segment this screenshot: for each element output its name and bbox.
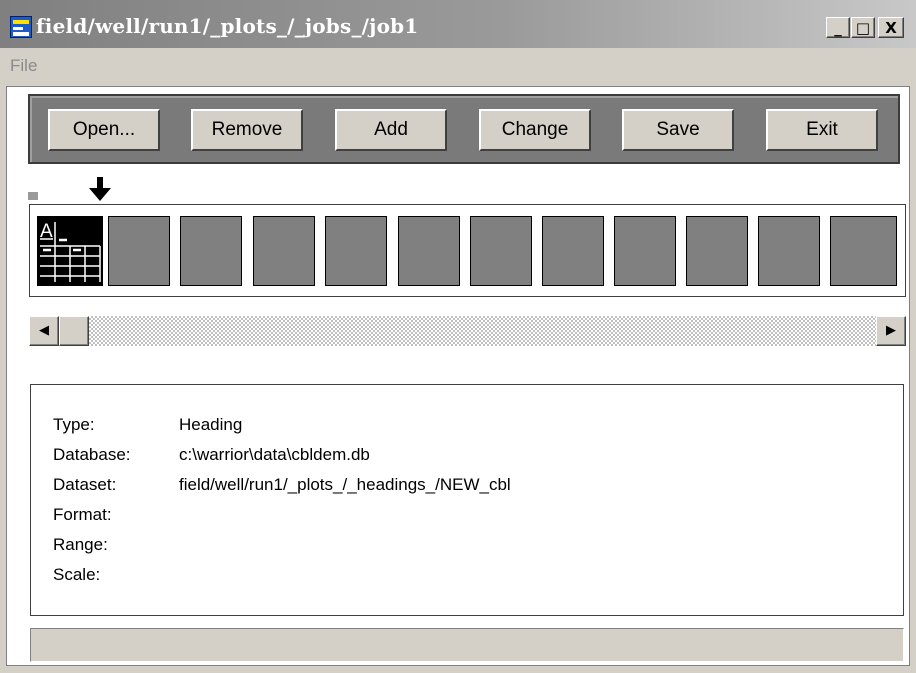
- add-button[interactable]: Add: [335, 109, 447, 151]
- remove-button[interactable]: Remove: [191, 109, 303, 151]
- detail-row-range: Range:: [53, 535, 179, 555]
- maximize-button[interactable]: □: [851, 17, 875, 38]
- empty-slot[interactable]: [253, 216, 315, 286]
- left-arrow-icon: ◀: [39, 323, 49, 338]
- status-bar: [30, 628, 904, 662]
- horizontal-scrollbar[interactable]: ◀ ▶: [29, 316, 906, 346]
- detail-row-format: Format:: [53, 505, 179, 525]
- detail-label: Format:: [53, 505, 112, 524]
- menu-file[interactable]: File: [10, 56, 37, 76]
- change-button[interactable]: Change: [479, 109, 591, 151]
- empty-slot[interactable]: [108, 216, 170, 286]
- details-panel: Type: Heading Database: c:\warrior\data\cb…: [30, 384, 904, 616]
- detail-label: Database:: [53, 445, 131, 464]
- open-button[interactable]: Open...: [48, 109, 160, 151]
- empty-slot[interactable]: [470, 216, 532, 286]
- close-button[interactable]: X: [878, 17, 904, 38]
- save-button[interactable]: Save: [622, 109, 734, 151]
- detail-label: Scale:: [53, 565, 101, 584]
- strip-position-marker: [28, 192, 38, 200]
- empty-slot[interactable]: [325, 216, 387, 286]
- exit-button[interactable]: Exit: [766, 109, 878, 151]
- empty-slot[interactable]: [830, 216, 897, 286]
- window-title: field/well/run1/_plots_/_jobs_/job1: [36, 14, 419, 38]
- title-bar[interactable]: field/well/run1/_plots_/_jobs_/job1 _ □ …: [0, 0, 916, 48]
- empty-slot[interactable]: [398, 216, 460, 286]
- empty-slot[interactable]: [614, 216, 676, 286]
- scroll-thumb[interactable]: [59, 316, 89, 346]
- scroll-left-button[interactable]: ◀: [29, 316, 59, 346]
- detail-value: c:\warrior\data\cbldem.db: [179, 445, 370, 464]
- empty-slot[interactable]: [542, 216, 604, 286]
- detail-row-database: Database: c:\warrior\data\cbldem.db: [53, 445, 370, 465]
- empty-slot[interactable]: [758, 216, 820, 286]
- heading-table-icon[interactable]: A: [37, 216, 103, 286]
- detail-row-scale: Scale:: [53, 565, 179, 585]
- detail-label: Type:: [53, 415, 95, 434]
- minimize-button[interactable]: _: [826, 17, 850, 38]
- detail-value: Heading: [179, 415, 243, 434]
- detail-row-dataset: Dataset: field/well/run1/_plots_/_heading…: [53, 475, 511, 495]
- application-window: field/well/run1/_plots_/_jobs_/job1 _ □ …: [0, 0, 916, 673]
- detail-label: Range:: [53, 535, 108, 554]
- right-arrow-icon: ▶: [886, 323, 896, 338]
- detail-label: Dataset:: [53, 475, 117, 494]
- empty-slot[interactable]: [180, 216, 242, 286]
- down-arrow-icon: [89, 177, 111, 201]
- app-icon[interactable]: [10, 16, 32, 38]
- detail-value: field/well/run1/_plots_/_headings_/NEW_c…: [179, 475, 511, 494]
- detail-row-type: Type: Heading: [53, 415, 242, 435]
- menu-bar: [0, 48, 916, 86]
- scroll-right-button[interactable]: ▶: [876, 316, 906, 346]
- empty-slot[interactable]: [686, 216, 748, 286]
